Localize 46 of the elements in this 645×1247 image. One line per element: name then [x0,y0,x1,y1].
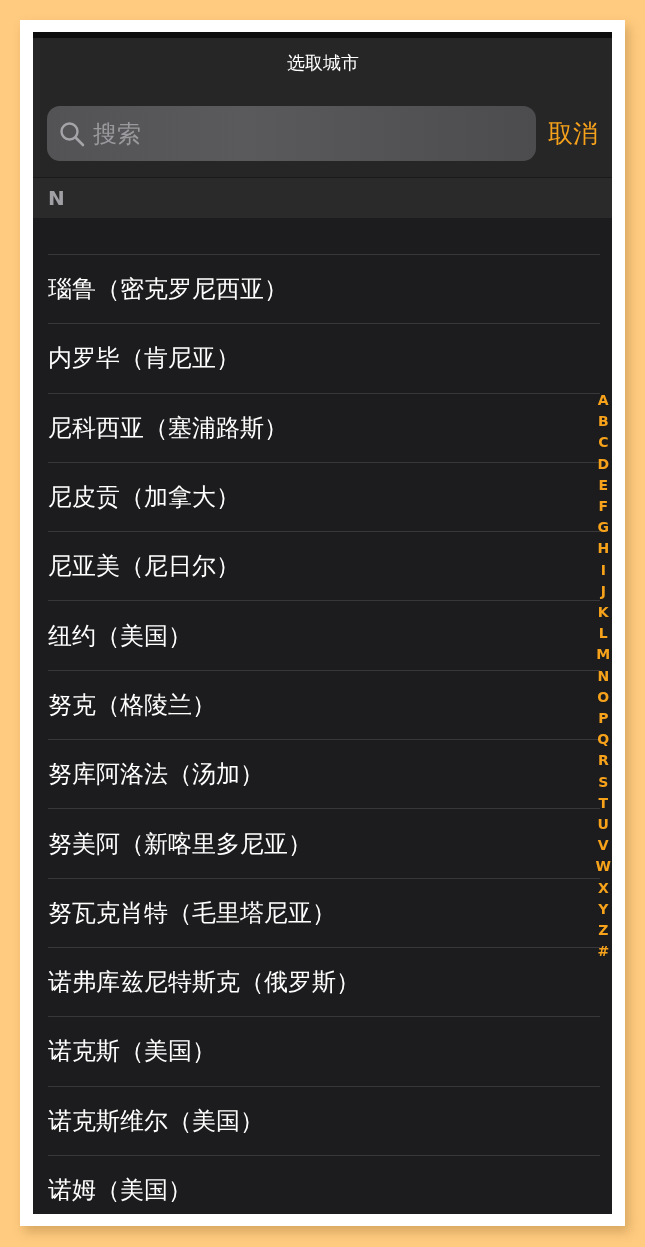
index-letter[interactable]: # [597,941,610,963]
index-letter[interactable]: R [597,750,609,772]
index-letter[interactable]: M [596,644,611,666]
city-name[interactable]: 尼亚美（尼日尔） [48,550,240,583]
city-name[interactable]: 努美阿（新喀里多尼亚） [48,827,312,860]
screen-title: 选取城市 [285,51,360,75]
index-letter[interactable]: A [597,390,609,412]
index-letter[interactable]: B [597,411,609,433]
search-icon [59,121,85,147]
city-name[interactable]: 纽约（美国） [48,619,192,652]
index-letter[interactable]: Y [598,898,609,921]
index-letter[interactable]: K [597,602,609,624]
city-name[interactable]: 诺弗库兹尼特斯克（俄罗斯） [48,966,360,999]
city-name[interactable]: 努克（格陵兰） [48,688,216,721]
index-letter[interactable]: Z [598,920,609,942]
index-letter[interactable]: E [598,474,609,496]
index-letter[interactable]: W [595,856,611,878]
index-letter[interactable]: F [598,496,609,518]
cancel-button[interactable]: 取消 [548,117,598,150]
index-letter[interactable]: P [598,708,609,730]
index-letter[interactable]: J [600,580,606,603]
city-name[interactable]: 努瓦克肖特（毛里塔尼亚） [48,896,336,929]
index-letter[interactable]: S [598,771,609,793]
city-name[interactable]: 尼科西亚（塞浦路斯） [48,411,288,444]
city-name[interactable]: 诺克斯（美国） [48,1035,216,1068]
city-name[interactable]: 努库阿洛法（汤加） [48,758,264,791]
index-letter[interactable]: D [597,453,610,475]
index-letter[interactable]: O [597,686,610,709]
city-name[interactable]: 诺姆（美国） [48,1174,192,1206]
city-name[interactable]: 内罗毕（肯尼亚） [48,342,240,375]
index-letter[interactable]: C [598,432,609,454]
section-header: N [33,177,612,218]
index-letter[interactable]: T [598,792,609,815]
index-letter[interactable]: N [597,665,610,687]
index-letter[interactable]: H [597,538,610,560]
city-name[interactable]: 诺克斯维尔（美国） [48,1104,264,1137]
search-field[interactable]: 搜索 [47,106,536,161]
city-name[interactable]: 尼皮贡（加拿大） [48,481,240,514]
index-letter[interactable]: U [597,814,609,836]
index-letter[interactable]: L [598,623,608,645]
index-letter[interactable]: X [597,877,609,899]
index-letter[interactable]: I [600,559,606,581]
index-letter[interactable]: V [597,835,609,857]
index-letter[interactable]: Q [597,729,610,751]
city-name[interactable]: 瑙鲁（密克罗尼西亚） [48,273,288,306]
index-letter[interactable]: G [597,517,609,539]
